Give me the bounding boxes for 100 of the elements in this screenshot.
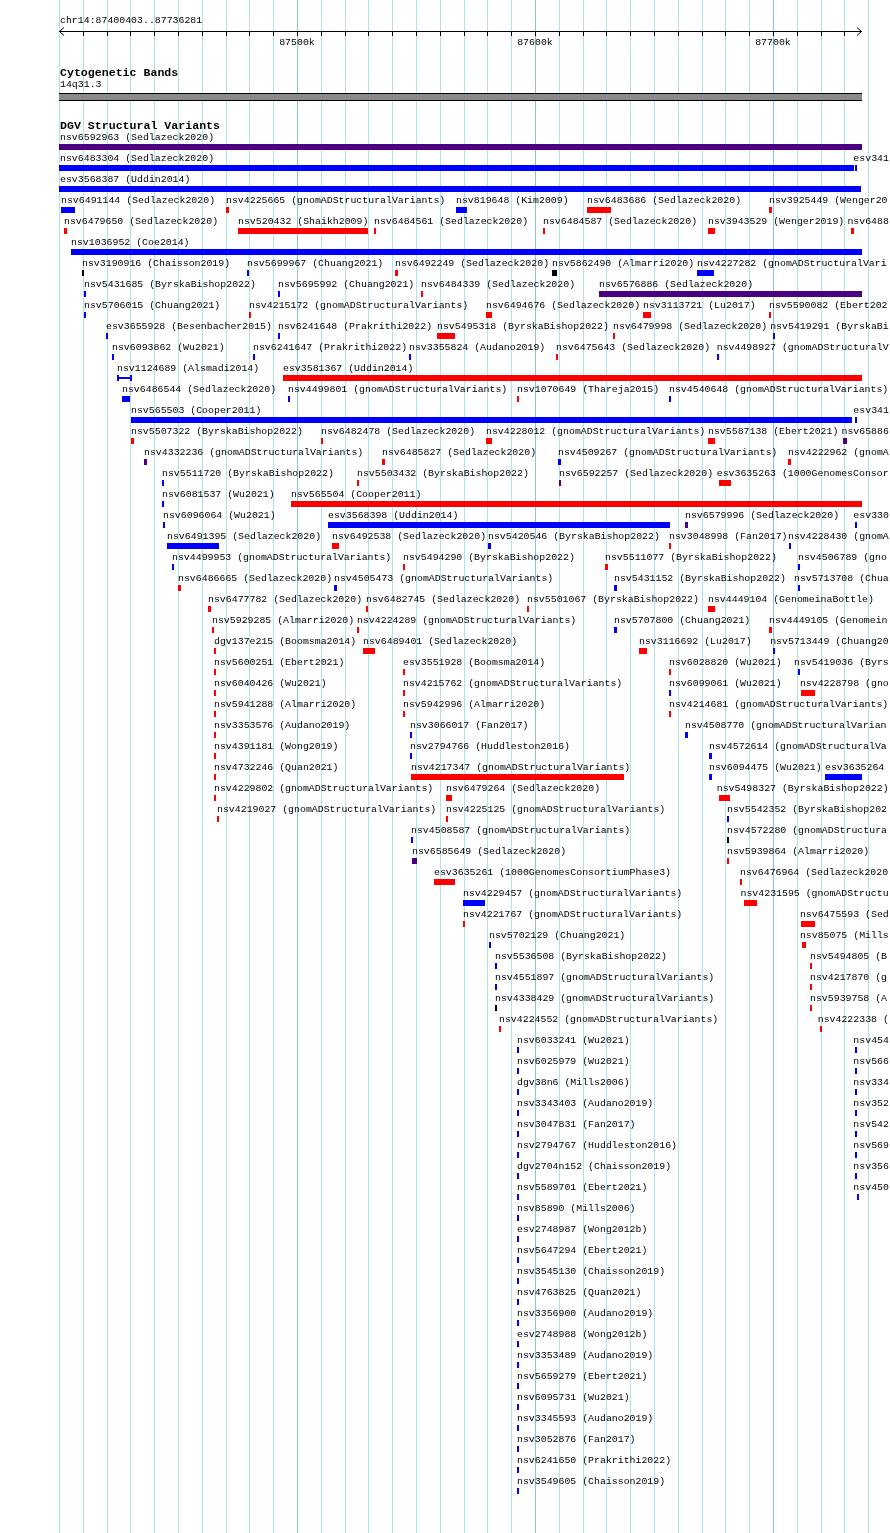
feature-bar[interactable] [144, 459, 147, 465]
feature-bar[interactable] [708, 438, 715, 444]
feature-bar[interactable] [178, 585, 181, 591]
feature-label: nsv5589701 (Ebert2021) [517, 1182, 648, 1193]
feature-bar[interactable] [709, 774, 712, 780]
band-label: 14q31.3 [60, 79, 102, 90]
feature-bar[interactable] [208, 606, 211, 612]
feature-bar[interactable] [238, 228, 368, 234]
feature-bar[interactable] [226, 207, 229, 213]
feature-bar[interactable] [643, 312, 651, 318]
feature-label: nsv5939758 (A [810, 993, 888, 1004]
feature-bar[interactable] [614, 585, 617, 591]
feature-bar[interactable] [709, 753, 712, 759]
feature-bar[interactable] [59, 165, 854, 171]
feature-bar[interactable] [708, 606, 715, 612]
feature-bar[interactable] [719, 480, 731, 486]
feature-interval[interactable] [117, 375, 132, 381]
feature-bar[interactable] [463, 900, 485, 906]
feature-bar[interactable] [456, 207, 467, 213]
feature-label: nsv6033241 (Wu2021) [517, 1035, 630, 1046]
feature-bar[interactable] [131, 438, 134, 444]
feature-bar[interactable] [167, 543, 219, 549]
feature-bar[interactable] [328, 522, 670, 528]
feature-label: nsv4732246 (Quan2021) [214, 762, 339, 773]
feature-bar[interactable] [708, 228, 715, 234]
feature-label: nsv4572280 (gnomADStructura [727, 825, 887, 836]
feature-label: nsv5929285 (Almarri2020) [212, 615, 355, 626]
feature-bar[interactable] [412, 858, 417, 864]
feature-label: nsv4215172 (gnomADStructuralVariants) [249, 300, 469, 311]
feature-label: nsv5939864 (Almarri2020) [727, 846, 870, 857]
feature-bar[interactable] [434, 879, 455, 885]
feature-bar[interactable] [769, 207, 772, 213]
feature-bar[interactable] [685, 522, 688, 528]
feature-label: dgv38n6 (Mills2006) [517, 1077, 630, 1088]
feature-label: esv3635264 [825, 762, 885, 773]
feature-bar[interactable] [395, 270, 398, 276]
feature-label: nsv5695992 (Chuang2021) [278, 279, 415, 290]
feature-bar[interactable] [801, 690, 815, 696]
feature-bar[interactable] [614, 627, 617, 633]
feature-bar[interactable] [605, 564, 608, 570]
feature-label: nsv4508770 (gnomADStructuralVarian [685, 720, 887, 731]
feature-bar[interactable] [685, 732, 688, 738]
feature-label: nsv5511077 (ByrskaBishop2022) [605, 552, 777, 563]
feature-bar[interactable] [801, 921, 815, 927]
feature-label: esv330 [853, 510, 889, 521]
feature-bar[interactable] [697, 270, 714, 276]
feature-bar[interactable] [334, 585, 337, 591]
feature-bar[interactable] [61, 207, 75, 213]
feature-label: nsv3190916 (Chaisson2019) [82, 258, 231, 269]
feature-bar[interactable] [802, 942, 806, 948]
feature-label: esv2748988 (Wong2012b) [517, 1329, 648, 1340]
feature-label: nsv4228012 (gnomADStructuralVariants) [486, 426, 706, 437]
feature-label: nsv6477782 (Sedlazeck2020) [208, 594, 363, 605]
feature-bar[interactable] [558, 459, 561, 465]
feature-bar[interactable] [382, 459, 385, 465]
feature-bar[interactable] [788, 459, 791, 465]
feature-bar[interactable] [719, 795, 730, 801]
feature-bar[interactable] [59, 144, 862, 150]
feature-label: nsv819648 (Kim2009) [456, 195, 569, 206]
feature-bar[interactable] [825, 774, 862, 780]
feature-bar[interactable] [411, 774, 624, 780]
feature-label: nsv6096064 (Wu2021) [163, 510, 276, 521]
feature-label: nsv6489401 (Sedlazeck2020) [363, 636, 518, 647]
feature-bar[interactable] [851, 228, 854, 234]
feature-bar[interactable] [744, 900, 757, 906]
feature-bar[interactable] [437, 333, 455, 339]
feature-bar[interactable] [599, 291, 862, 297]
feature-label: nsv3943529 (Wenger2019) [708, 216, 845, 227]
feature-bar[interactable] [363, 648, 375, 654]
feature-label: nsv5503432 (ByrskaBishop2022) [357, 468, 529, 479]
track-title: DGV Structural Variants [60, 119, 221, 132]
feature-bar[interactable] [283, 375, 862, 381]
feature-bar[interactable] [131, 417, 852, 423]
feature-label: nsv3343403 (Audano2019) [517, 1098, 654, 1109]
feature-label: nsv5419036 (Byrs [793, 657, 889, 668]
feature-bar[interactable] [587, 207, 611, 213]
feature-label: nsv4449105 (Genomein [769, 615, 888, 626]
feature-label: nsv520432 (Shaikh2009) [238, 216, 369, 227]
feature-label: nsv6484339 (Sedlazeck2020) [421, 279, 576, 290]
feature-label: nsv2794767 (Huddleston2016) [517, 1140, 677, 1151]
feature-bar[interactable] [488, 543, 491, 549]
feature-bar[interactable] [843, 438, 847, 444]
feature-label: nsv4214681 (gnomADStructuralVariants) [669, 699, 889, 710]
feature-bar[interactable] [486, 438, 492, 444]
feature-bar[interactable] [122, 396, 130, 402]
feature-bar[interactable] [639, 648, 647, 654]
feature-bar[interactable] [332, 543, 339, 549]
feature-bar[interactable] [64, 228, 67, 234]
feature-bar[interactable] [291, 501, 862, 507]
feature-bar[interactable] [446, 795, 452, 801]
feature-label: nsv6025979 (Wu2021) [517, 1056, 630, 1067]
feature-bar[interactable] [71, 249, 862, 255]
feature-bar[interactable] [59, 186, 861, 192]
feature-bar[interactable] [486, 312, 492, 318]
feature-label: nsv4222338 ( [817, 1014, 889, 1025]
feature-label: esv3655928 (Besenbacher2015) [106, 321, 272, 332]
feature-bar[interactable] [769, 627, 772, 633]
feature-label: nsv3925449 (Wenger20 [769, 195, 888, 206]
feature-label: nsv6241650 (Prakrithi2022) [517, 1455, 672, 1466]
feature-bar[interactable] [552, 270, 557, 276]
